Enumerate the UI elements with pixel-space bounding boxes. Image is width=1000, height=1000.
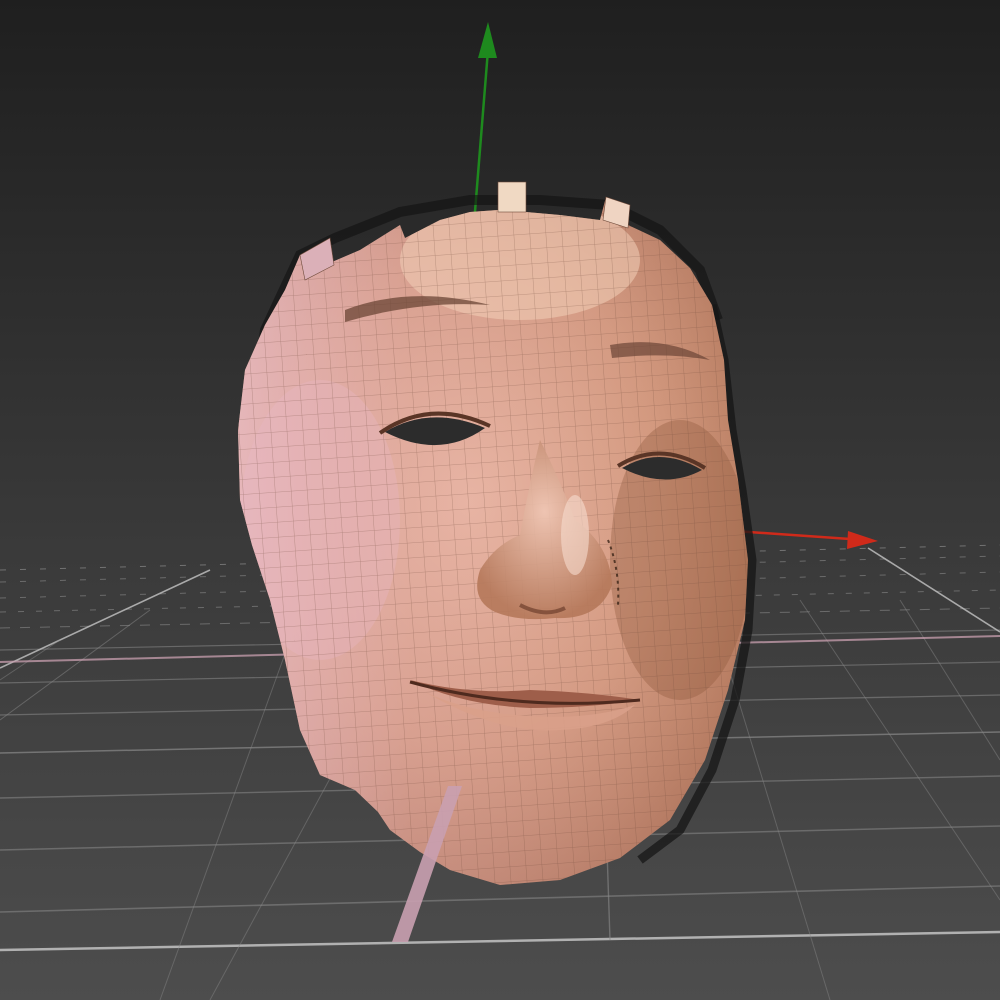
viewport-scene[interactable] [0,0,1000,1000]
mesh-top-tab [497,181,527,213]
nose-highlight [561,495,589,575]
3d-viewport[interactable] [0,0,1000,1000]
